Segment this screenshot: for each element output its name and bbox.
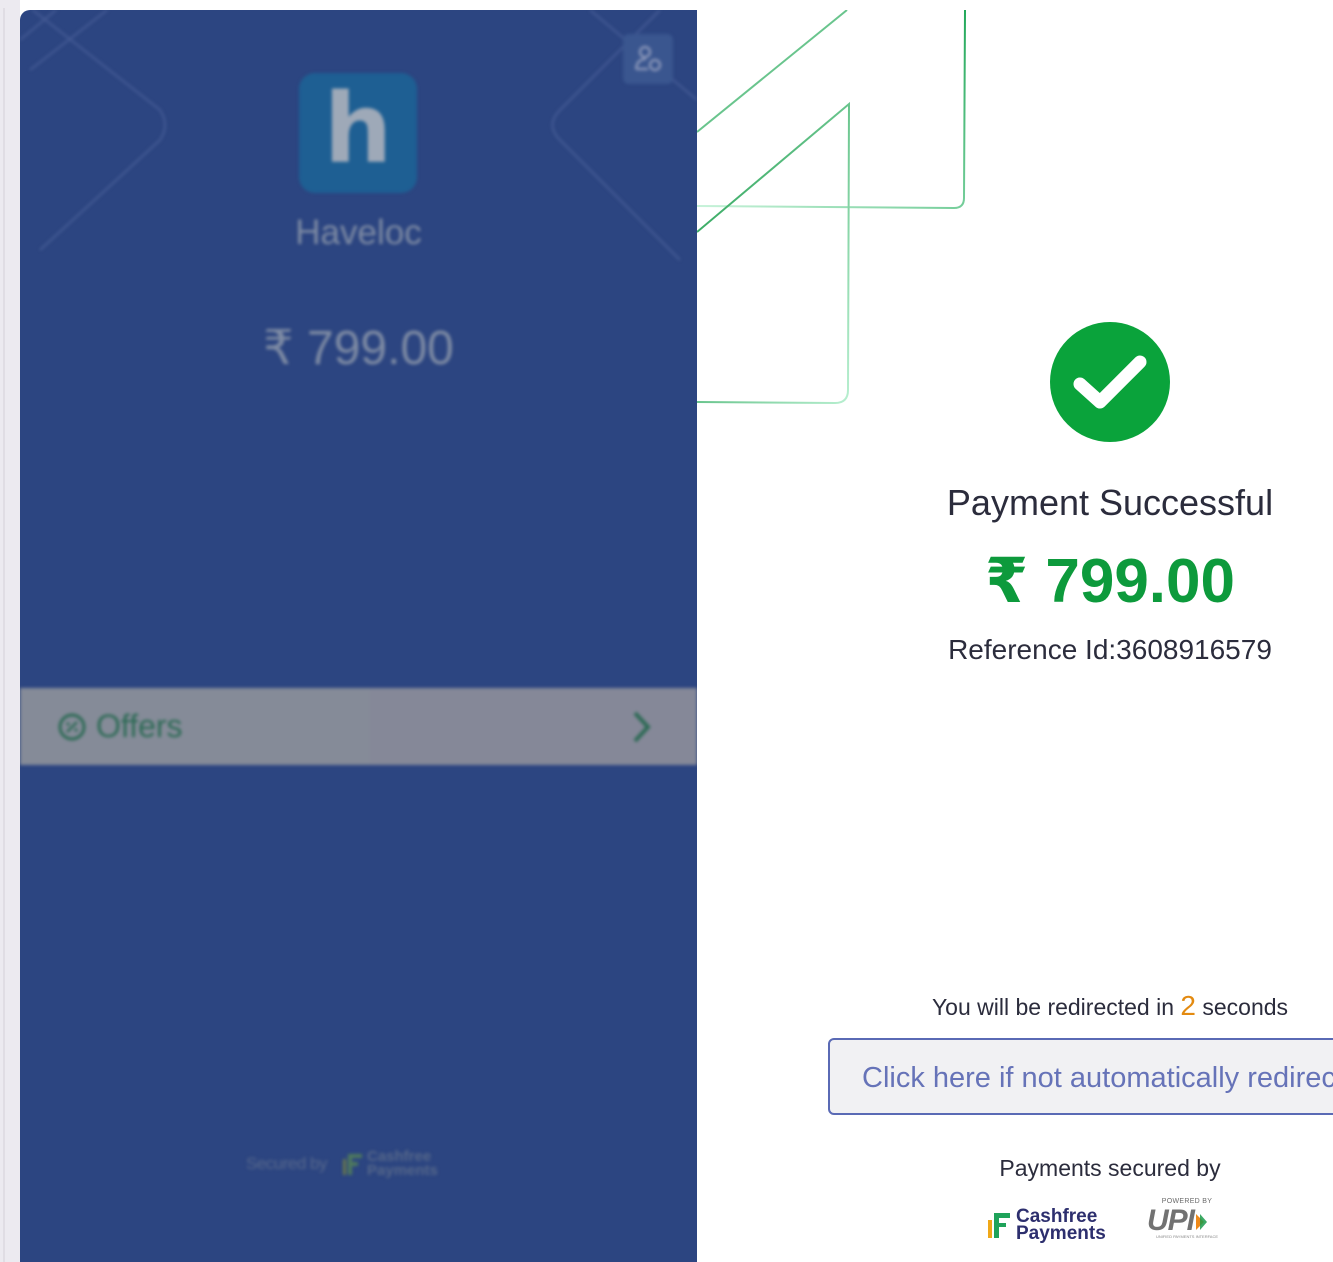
payment-status-title: Payment Successful — [946, 482, 1274, 523]
cashfree-logo-small: Cashfree Payments — [341, 1149, 438, 1179]
right-background-decoration — [697, 10, 966, 405]
redirect-suffix: seconds — [1202, 994, 1289, 1020]
left-secured-by: Secured by Cashfree Payments — [246, 1149, 438, 1179]
merchant-logo: h — [299, 73, 417, 193]
merchant-name: Haveloc — [295, 213, 422, 252]
merchant-logo-letter: h — [323, 73, 393, 185]
offers-label: Offers — [96, 708, 183, 744]
cashfree-logo: Cashfree Payments — [986, 1207, 1106, 1244]
cashfree-line2: Payments — [1016, 1223, 1106, 1244]
redirect-prefix: You will be redirected in — [931, 994, 1175, 1020]
cashfree-small-line2: Payments — [367, 1162, 438, 1179]
left-secured-text: Secured by — [246, 1154, 328, 1173]
redirect-message: You will be redirected in 2 seconds — [880, 990, 1333, 1022]
merchant-panel: h Haveloc ₹ 799.00 Offers Secured by Cas… — [20, 10, 697, 1262]
upi-logo: POWERED BY UPI UNIFIED PAYMENTS INTERFAC… — [1145, 1198, 1229, 1248]
upi-arrow-icon — [1196, 1213, 1208, 1230]
profile-button[interactable] — [623, 34, 673, 84]
checkmark-icon — [1050, 322, 1170, 442]
manual-redirect-button[interactable]: Click here if not automatically redirect… — [828, 1038, 1333, 1115]
paid-amount: ₹ 799.00 — [985, 547, 1235, 616]
window-edge — [0, 0, 20, 1262]
chevron-right-icon[interactable] — [630, 710, 654, 744]
payments-secured-by: Payments secured by — [999, 1155, 1221, 1181]
merchant-amount: ₹ 799.00 — [263, 322, 454, 375]
upi-wordmark: UPI — [1147, 1204, 1195, 1237]
reference-id: Reference Id:3608916579 — [948, 634, 1272, 665]
merchant-panel-content: h Haveloc ₹ 799.00 Offers Secured by Cas… — [20, 10, 697, 1262]
profile-icon — [634, 45, 662, 72]
offers-bar[interactable]: Offers — [20, 688, 697, 765]
upi-subtitle: UNIFIED PAYMENTS INTERFACE — [1155, 1234, 1219, 1239]
offer-tag-icon — [58, 713, 86, 741]
redirect-countdown: 2 — [1180, 990, 1196, 1021]
cashfree-mark-icon — [343, 1154, 362, 1175]
cashfree-mark-icon — [988, 1213, 1010, 1238]
